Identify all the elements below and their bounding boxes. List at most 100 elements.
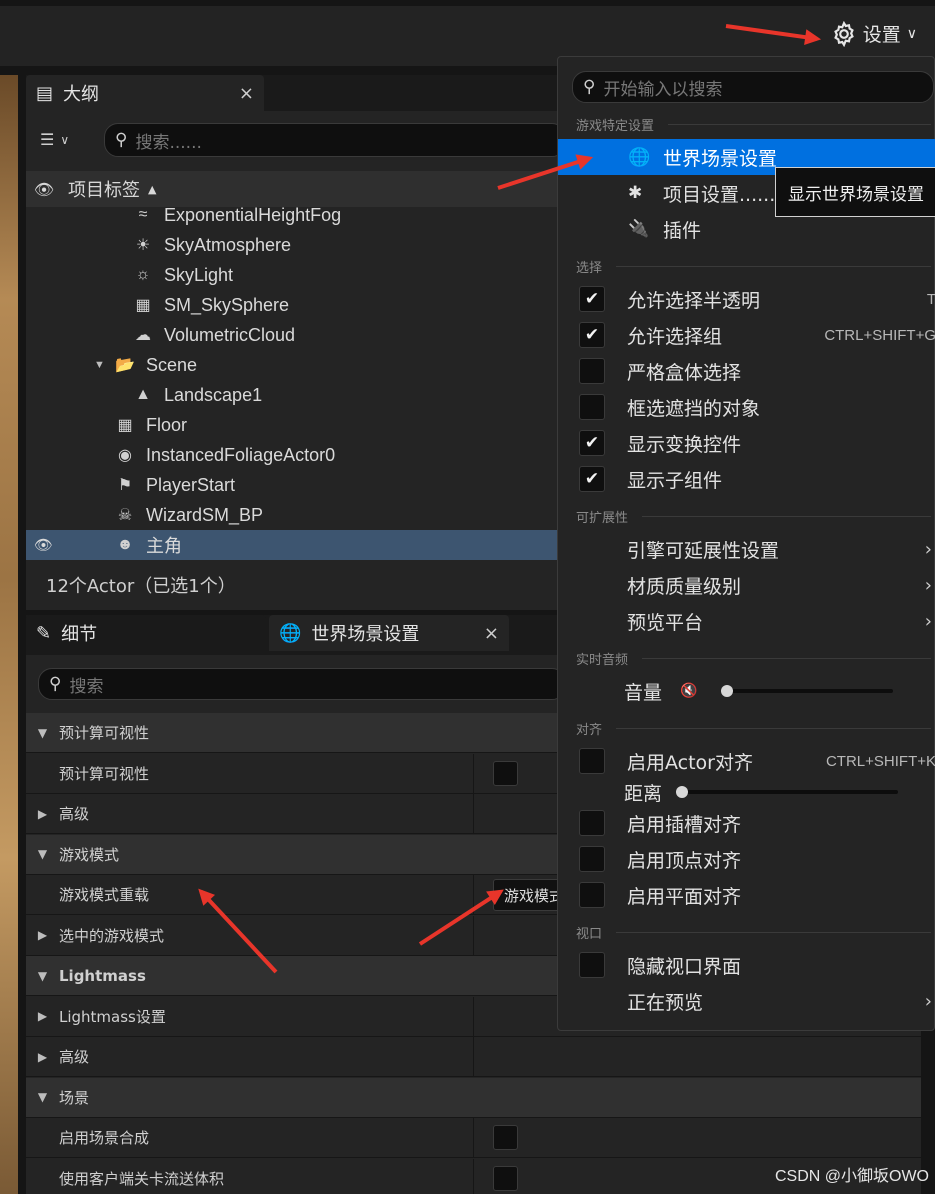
player-start-icon: ⚑ <box>117 477 133 494</box>
menu-item-label: 材质质量级别 <box>627 575 742 598</box>
collapsed-arrow-icon: ▶ <box>37 1009 48 1023</box>
property-checkbox[interactable] <box>493 760 518 786</box>
foliage-icon: ◉ <box>118 447 132 464</box>
property-checkbox[interactable] <box>493 1165 518 1191</box>
checkbox-unchecked[interactable] <box>579 358 605 384</box>
column-divider[interactable] <box>473 1158 474 1194</box>
menu-item-engine-scalability[interactable]: 引擎可延展性设置 › <box>558 531 935 567</box>
menu-item-hide-ui[interactable]: 隐藏视口界面 <box>558 947 935 983</box>
tree-row[interactable]: ≈ ExponentialHeightFog <box>26 200 566 230</box>
menu-item-plane-snap[interactable]: 启用平面对齐 <box>558 877 935 913</box>
menu-item-label: 音量 <box>624 681 663 704</box>
row-label: Lightmass <box>59 966 146 985</box>
search-icon: ⚲ <box>115 130 128 150</box>
tree-row[interactable]: ☀ SkyAtmosphere <box>26 230 566 260</box>
menu-item-label: 启用插槽对齐 <box>627 813 742 836</box>
volume-slider[interactable] <box>723 689 893 693</box>
checkbox-checked[interactable]: ✔ <box>579 322 605 348</box>
close-icon[interactable]: × <box>239 83 254 104</box>
skeleton-icon: ☠ <box>117 507 133 524</box>
category-row[interactable]: ▶ 高级 <box>26 1037 921 1077</box>
checkbox-checked[interactable]: ✔ <box>579 430 605 456</box>
checkbox-unchecked[interactable] <box>579 394 605 420</box>
settings-button[interactable]: 设置 ∨ <box>831 20 917 47</box>
checkbox-unchecked[interactable] <box>579 846 605 872</box>
menu-item-subcomponents[interactable]: ✔ 显示子组件 <box>558 461 935 497</box>
menu-item-label: 允许选择半透明 <box>627 289 761 312</box>
tree-row[interactable]: ☁ VolumetricCloud <box>26 320 566 350</box>
checkbox-unchecked[interactable] <box>579 748 605 774</box>
search-icon: ⚲ <box>583 77 596 97</box>
column-divider[interactable] <box>473 915 474 955</box>
menu-item-strict-box[interactable]: 严格盒体选择 <box>558 353 935 389</box>
checkbox-checked[interactable]: ✔ <box>579 466 605 492</box>
row-label: 启用场景合成 <box>59 1129 150 1147</box>
menu-item-label: 严格盒体选择 <box>627 361 742 384</box>
tree-row[interactable]: ☼ SkyLight <box>26 260 566 290</box>
menu-item-socket-snap[interactable]: 启用插槽对齐 <box>558 805 935 841</box>
close-icon[interactable]: × <box>484 623 499 644</box>
property-row[interactable]: 启用场景合成 <box>26 1118 921 1158</box>
section-audio: 实时音频 <box>576 649 931 668</box>
section-viewport: 视口 <box>576 923 931 942</box>
expand-arrow-icon[interactable]: ▼ <box>94 359 105 371</box>
tab-details[interactable]: ✎ 细节 <box>26 615 266 651</box>
tab-outliner[interactable]: ▤ 大纲 × <box>26 75 264 111</box>
tree-row[interactable]: ⚑ PlayerStart <box>26 470 566 500</box>
speaker-muted-icon[interactable]: 🔇 <box>680 683 697 699</box>
filter-button[interactable]: ☰ ∨ <box>40 130 69 149</box>
menu-item-preview-platform[interactable]: 预览平台 › <box>558 603 935 639</box>
menu-item-material-quality[interactable]: 材质质量级别 › <box>558 567 935 603</box>
tree-row-label: Floor <box>146 414 188 435</box>
menu-item-previewing[interactable]: 正在预览 › <box>558 983 935 1019</box>
tree-row[interactable]: ▼ 📂 Scene <box>26 350 566 380</box>
checkbox-unchecked[interactable] <box>579 882 605 908</box>
row-label: 游戏模式重载 <box>59 886 150 904</box>
tree-row[interactable]: ☠ WizardSM_BP <box>26 500 566 530</box>
checkbox-unchecked[interactable] <box>579 810 605 836</box>
section-game: 游戏特定设置 <box>576 115 931 134</box>
tab-label: 细节 <box>61 624 98 645</box>
menu-item-transform-widget[interactable]: ✔ 显示变换控件 <box>558 425 935 461</box>
tree-row-label: WizardSM_BP <box>146 504 264 525</box>
menu-search-input[interactable]: ⚲ 开始输入以搜索 <box>572 71 934 103</box>
menu-item-translucent[interactable]: ✔ 允许选择半透明 T <box>558 281 935 317</box>
column-divider[interactable] <box>473 794 474 833</box>
column-label: 项目标签 <box>68 180 140 201</box>
tree-row[interactable]: ▦ Floor <box>26 410 566 440</box>
details-tabbar: ✎ 细节 🌐 世界场景设置 × <box>26 615 566 655</box>
menu-item-occluded[interactable]: 框选遮挡的对象 <box>558 389 935 425</box>
category-row[interactable]: ▼ 场景 <box>26 1077 921 1118</box>
checkbox-unchecked[interactable] <box>579 952 605 978</box>
expanded-arrow-icon: ▼ <box>37 847 48 861</box>
column-divider[interactable] <box>473 996 474 1036</box>
settings-label: 设置 <box>862 24 901 46</box>
tab-world-settings[interactable]: 🌐 世界场景设置 × <box>269 615 509 651</box>
column-divider[interactable] <box>473 753 474 793</box>
distance-slider[interactable] <box>678 790 898 794</box>
column-divider[interactable] <box>473 1118 474 1157</box>
level-viewport[interactable] <box>0 75 18 1194</box>
tree-row[interactable]: ▦ SM_SkySphere <box>26 290 566 320</box>
property-checkbox[interactable] <box>493 1125 518 1150</box>
chevron-right-icon: › <box>924 574 932 596</box>
tree-row-label: SkyLight <box>164 264 234 285</box>
details-search-input[interactable]: ⚲ 搜索 <box>38 668 566 700</box>
eye-icon[interactable]: 👁 <box>34 536 53 554</box>
mesh-icon: ▦ <box>135 297 151 314</box>
tree-row[interactable]: ▲ Landscape1 <box>26 380 566 410</box>
distance-slider-knob[interactable] <box>676 786 688 798</box>
volume-slider-knob[interactable] <box>721 685 733 697</box>
checkbox-checked[interactable]: ✔ <box>579 286 605 312</box>
menu-item-vertex-snap[interactable]: 启用顶点对齐 <box>558 841 935 877</box>
menu-item-label: 显示变换控件 <box>627 433 742 456</box>
tree-row-label: SM_SkySphere <box>164 294 290 315</box>
tree-row[interactable]: 👁 ☻ 主角 <box>26 530 566 560</box>
column-divider[interactable] <box>473 1037 474 1076</box>
tree-row[interactable]: ◉ InstancedFoliageActor0 <box>26 440 566 470</box>
menu-item-groups[interactable]: ✔ 允许选择组 CTRL+SHIFT+G <box>558 317 935 353</box>
outliner-search-input[interactable]: ⚲ 搜索...... <box>104 123 566 157</box>
expanded-arrow-icon: ▼ <box>37 1090 48 1104</box>
menu-item-label: 距离 <box>624 782 663 805</box>
tab-label: 世界场景设置 <box>311 624 420 645</box>
